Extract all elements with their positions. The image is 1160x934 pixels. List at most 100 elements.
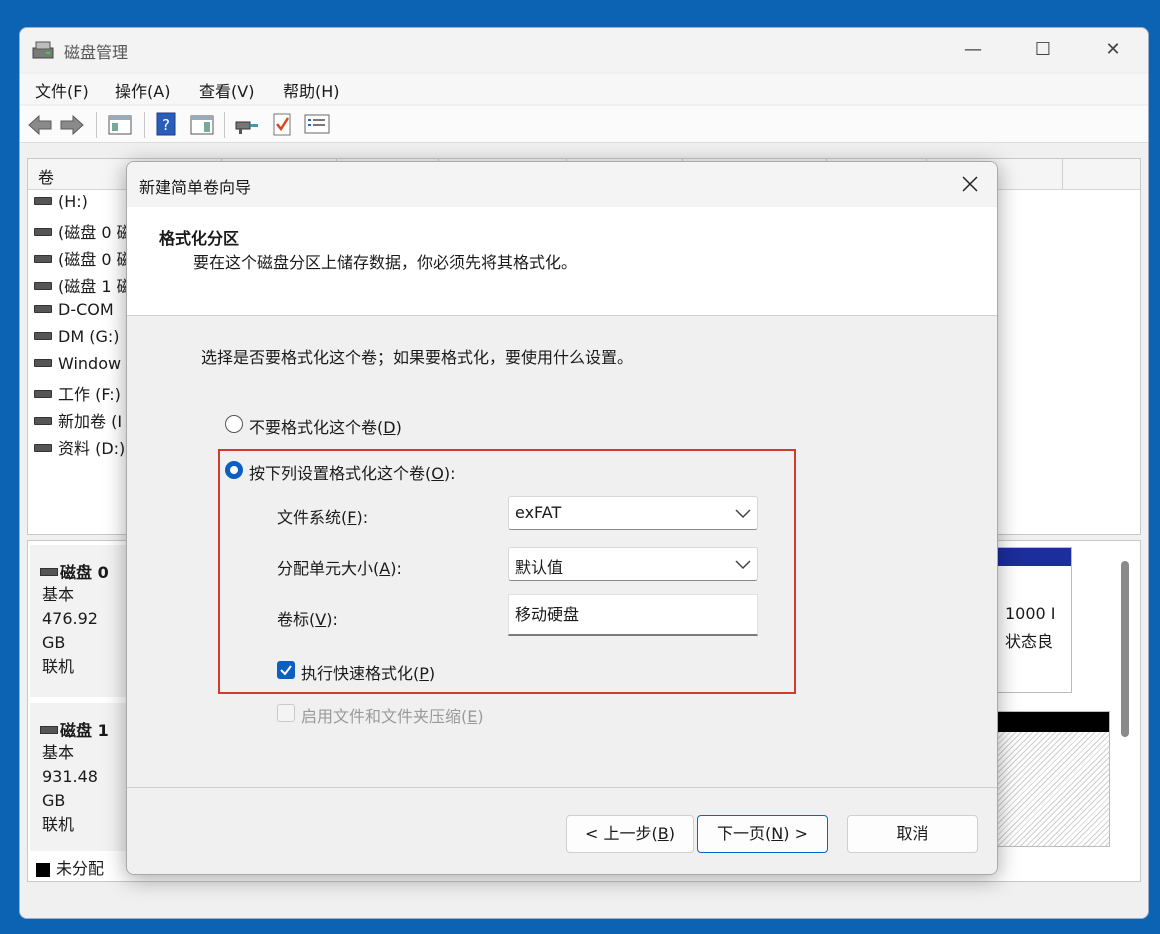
menu-help[interactable]: 帮助(H)	[283, 78, 340, 102]
close-icon	[962, 176, 978, 192]
page-subtitle: 要在这个磁盘分区上储存数据，你必须先将其格式化。	[193, 253, 578, 272]
radio-format-label[interactable]: 按下列设置格式化这个卷(O):	[249, 460, 455, 484]
disk-1-info[interactable]: 磁盘 1 基本 931.48 GB 联机	[30, 703, 126, 851]
drive-icon	[40, 725, 58, 734]
volume-label: (磁盘 1 磁	[58, 277, 133, 296]
wizard-footer: < 上一步(B) 下一页(N) > 取消	[127, 787, 997, 874]
partition-block[interactable]: 1000 I 状态良	[996, 547, 1072, 693]
quick-format-label[interactable]: 执行快速格式化(P)	[301, 660, 435, 684]
volume-row[interactable]: 工作 (F:)	[34, 381, 121, 407]
volume-label: 新加卷 (I	[58, 412, 123, 431]
volume-row[interactable]: 资料 (D:)	[34, 435, 125, 461]
volume-label: 资料 (D:)	[58, 439, 126, 458]
check-icon[interactable]	[272, 111, 292, 137]
disk-size: 476.92 GB	[42, 609, 98, 652]
radio-no-format[interactable]	[225, 415, 243, 433]
radio-no-format-label[interactable]: 不要格式化这个卷(D)	[249, 414, 402, 438]
drive-icon	[34, 281, 52, 290]
toolbar-separator	[224, 112, 225, 138]
volume-row[interactable]: (H:)	[34, 192, 88, 218]
disk-type: 基本	[42, 743, 75, 762]
volume-row[interactable]: Window	[34, 354, 121, 380]
disk-status: 联机	[42, 657, 75, 676]
scrollbar-thumb[interactable]	[1121, 561, 1129, 737]
volume-row[interactable]: D-COM	[34, 300, 114, 326]
connect-icon[interactable]	[234, 114, 260, 136]
drive-icon	[34, 227, 52, 236]
filesystem-select[interactable]: exFAT	[508, 496, 758, 530]
drive-icon	[34, 196, 52, 205]
dialog-title-bar: 新建简单卷向导	[127, 162, 997, 206]
minimize-button[interactable]: —	[938, 28, 1008, 72]
compression-checkbox[interactable]	[277, 704, 295, 722]
dialog-title: 新建简单卷向导	[139, 178, 252, 197]
back-arrow-icon[interactable]	[27, 114, 53, 136]
allocation-value: 默认值	[515, 558, 564, 577]
volume-label-input[interactable]: 移动硬盘	[508, 594, 758, 636]
volume-row[interactable]: 新加卷 (I	[34, 408, 122, 434]
drive-icon	[34, 254, 52, 263]
list-icon[interactable]	[304, 113, 330, 135]
drive-icon	[34, 389, 52, 398]
unallocated-swatch	[36, 862, 50, 877]
disk-0-info[interactable]: 磁盘 0 基本 476.92 GB 联机	[30, 545, 126, 697]
forward-arrow-icon[interactable]	[59, 114, 85, 136]
dialog-close-button[interactable]	[943, 162, 997, 206]
partition-size: 1000 I	[1005, 604, 1056, 623]
disk-type: 基本	[42, 585, 75, 604]
quick-format-checkbox[interactable]	[277, 661, 295, 679]
disk-management-icon	[32, 41, 54, 59]
volume-row[interactable]: DM (G:)	[34, 327, 119, 353]
next-button[interactable]: 下一页(N) >	[697, 815, 828, 853]
help-icon[interactable]: ?	[156, 112, 176, 136]
page-title: 格式化分区	[159, 229, 240, 248]
chevron-down-icon	[735, 560, 751, 570]
drive-icon	[40, 567, 58, 576]
legend-unallocated: 未分配	[36, 855, 104, 879]
menu-file[interactable]: 文件(F)	[35, 78, 89, 102]
volume-label: DM (G:)	[58, 327, 120, 346]
toolbar: ?	[20, 106, 1148, 143]
volume-row[interactable]: (磁盘 1 磁	[34, 273, 133, 299]
toolbar-separator	[144, 112, 145, 138]
menu-bar: 文件(F) 操作(A) 查看(V) 帮助(H)	[20, 74, 1148, 104]
drive-icon	[34, 443, 52, 452]
menu-action[interactable]: 操作(A)	[115, 78, 170, 102]
volume-label: Window	[58, 354, 122, 373]
volume-row[interactable]: (磁盘 0 磁	[34, 246, 133, 272]
status-bar	[20, 886, 1148, 918]
unallocated-block[interactable]	[996, 711, 1110, 847]
filesystem-value: exFAT	[515, 503, 562, 522]
compression-label: 启用文件和文件夹压缩(E)	[301, 707, 484, 726]
volume-label: D-COM	[58, 300, 114, 319]
disk-name: 磁盘 1	[60, 721, 109, 740]
column-header-volume[interactable]: 卷	[38, 164, 54, 188]
console-tree-icon[interactable]	[108, 114, 132, 136]
volume-row[interactable]: (磁盘 0 磁	[34, 219, 133, 245]
close-button[interactable]: ✕	[1078, 28, 1148, 72]
filesystem-label: 文件系统(F):	[277, 508, 369, 527]
properties-icon[interactable]	[190, 114, 214, 136]
back-button[interactable]: < 上一步(B)	[566, 815, 694, 853]
cancel-button[interactable]: 取消	[847, 815, 978, 853]
volume-label-label: 卷标(V):	[277, 610, 338, 629]
svg-text:?: ?	[162, 116, 170, 134]
drive-icon	[34, 304, 52, 313]
disk-name: 磁盘 0	[60, 563, 109, 582]
volume-label: (磁盘 0 磁	[58, 223, 133, 242]
partition-status: 状态良	[1005, 632, 1054, 651]
title-bar: 磁盘管理 — ☐ ✕	[20, 28, 1148, 72]
disk-size: 931.48 GB	[42, 767, 98, 810]
volume-label: (磁盘 0 磁	[58, 250, 133, 269]
drive-icon	[34, 331, 52, 340]
instruction-text: 选择是否要格式化这个卷；如果要格式化，要使用什么设置。	[201, 348, 634, 367]
window-title: 磁盘管理	[64, 43, 129, 62]
radio-format[interactable]	[225, 461, 243, 479]
allocation-unit-select[interactable]: 默认值	[508, 547, 758, 581]
wizard-header: 格式化分区 要在这个磁盘分区上储存数据，你必须先将其格式化。	[127, 207, 997, 316]
allocation-label: 分配单元大小(A):	[277, 559, 402, 578]
maximize-button[interactable]: ☐	[1008, 28, 1078, 72]
toolbar-separator	[96, 112, 97, 138]
new-simple-volume-wizard: 新建简单卷向导 格式化分区 要在这个磁盘分区上储存数据，你必须先将其格式化。 选…	[126, 161, 998, 875]
menu-view[interactable]: 查看(V)	[199, 78, 254, 102]
